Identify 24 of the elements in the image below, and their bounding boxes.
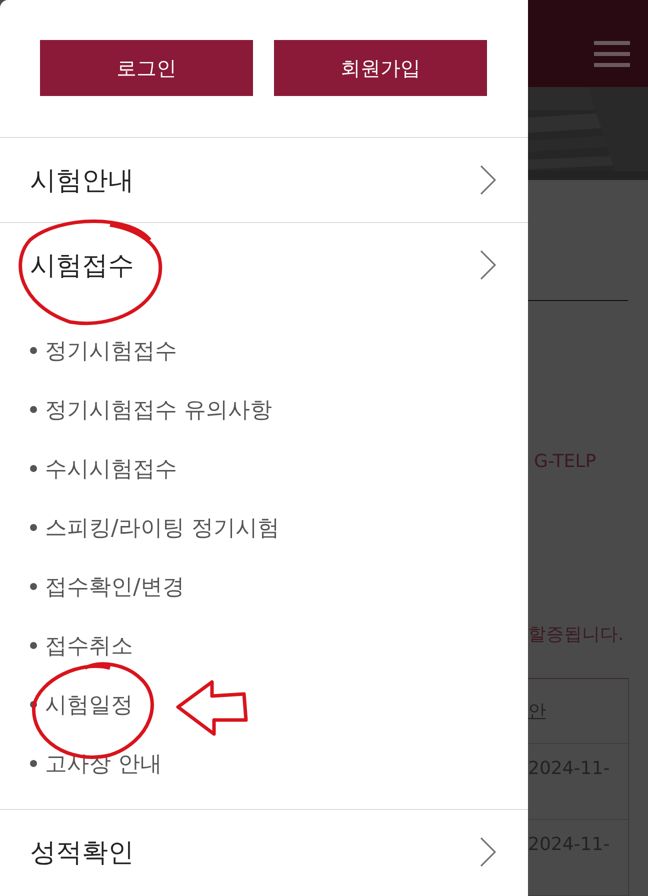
bullet-icon [30, 642, 37, 649]
submenu-link[interactable]: 시험일정 [45, 690, 133, 720]
submenu-link[interactable]: 정기시험접수 [45, 336, 177, 366]
bullet-icon [30, 524, 37, 531]
chevron-right-icon [480, 250, 496, 280]
bullet-icon [30, 465, 37, 472]
submenu-link[interactable]: 정기시험접수 유의사항 [45, 394, 272, 424]
submenu-link[interactable]: 접수확인/변경 [45, 572, 184, 602]
menu-section-link[interactable]: 시험접수 [0, 223, 528, 307]
chevron-right-icon [480, 165, 496, 195]
menu-button[interactable]: 회원가입 [274, 40, 487, 96]
menu-section-link[interactable]: 성적확인 [0, 810, 528, 894]
bullet-icon [30, 760, 37, 767]
arrow-annotation [176, 680, 248, 736]
menu-button[interactable]: 로그인 [40, 40, 253, 96]
chevron-right-icon [480, 837, 496, 867]
bullet-icon [30, 406, 37, 413]
submenu-link[interactable]: 스피킹/라이팅 정기시험 [45, 512, 280, 542]
submenu-link[interactable]: 수시시험접수 [45, 454, 177, 484]
menu-icon[interactable] [594, 40, 630, 68]
bullet-icon [30, 583, 37, 590]
menu-section-link[interactable]: 시험안내 [0, 138, 528, 222]
submenu-link[interactable]: 접수취소 [45, 630, 133, 660]
bullet-icon [30, 347, 37, 354]
